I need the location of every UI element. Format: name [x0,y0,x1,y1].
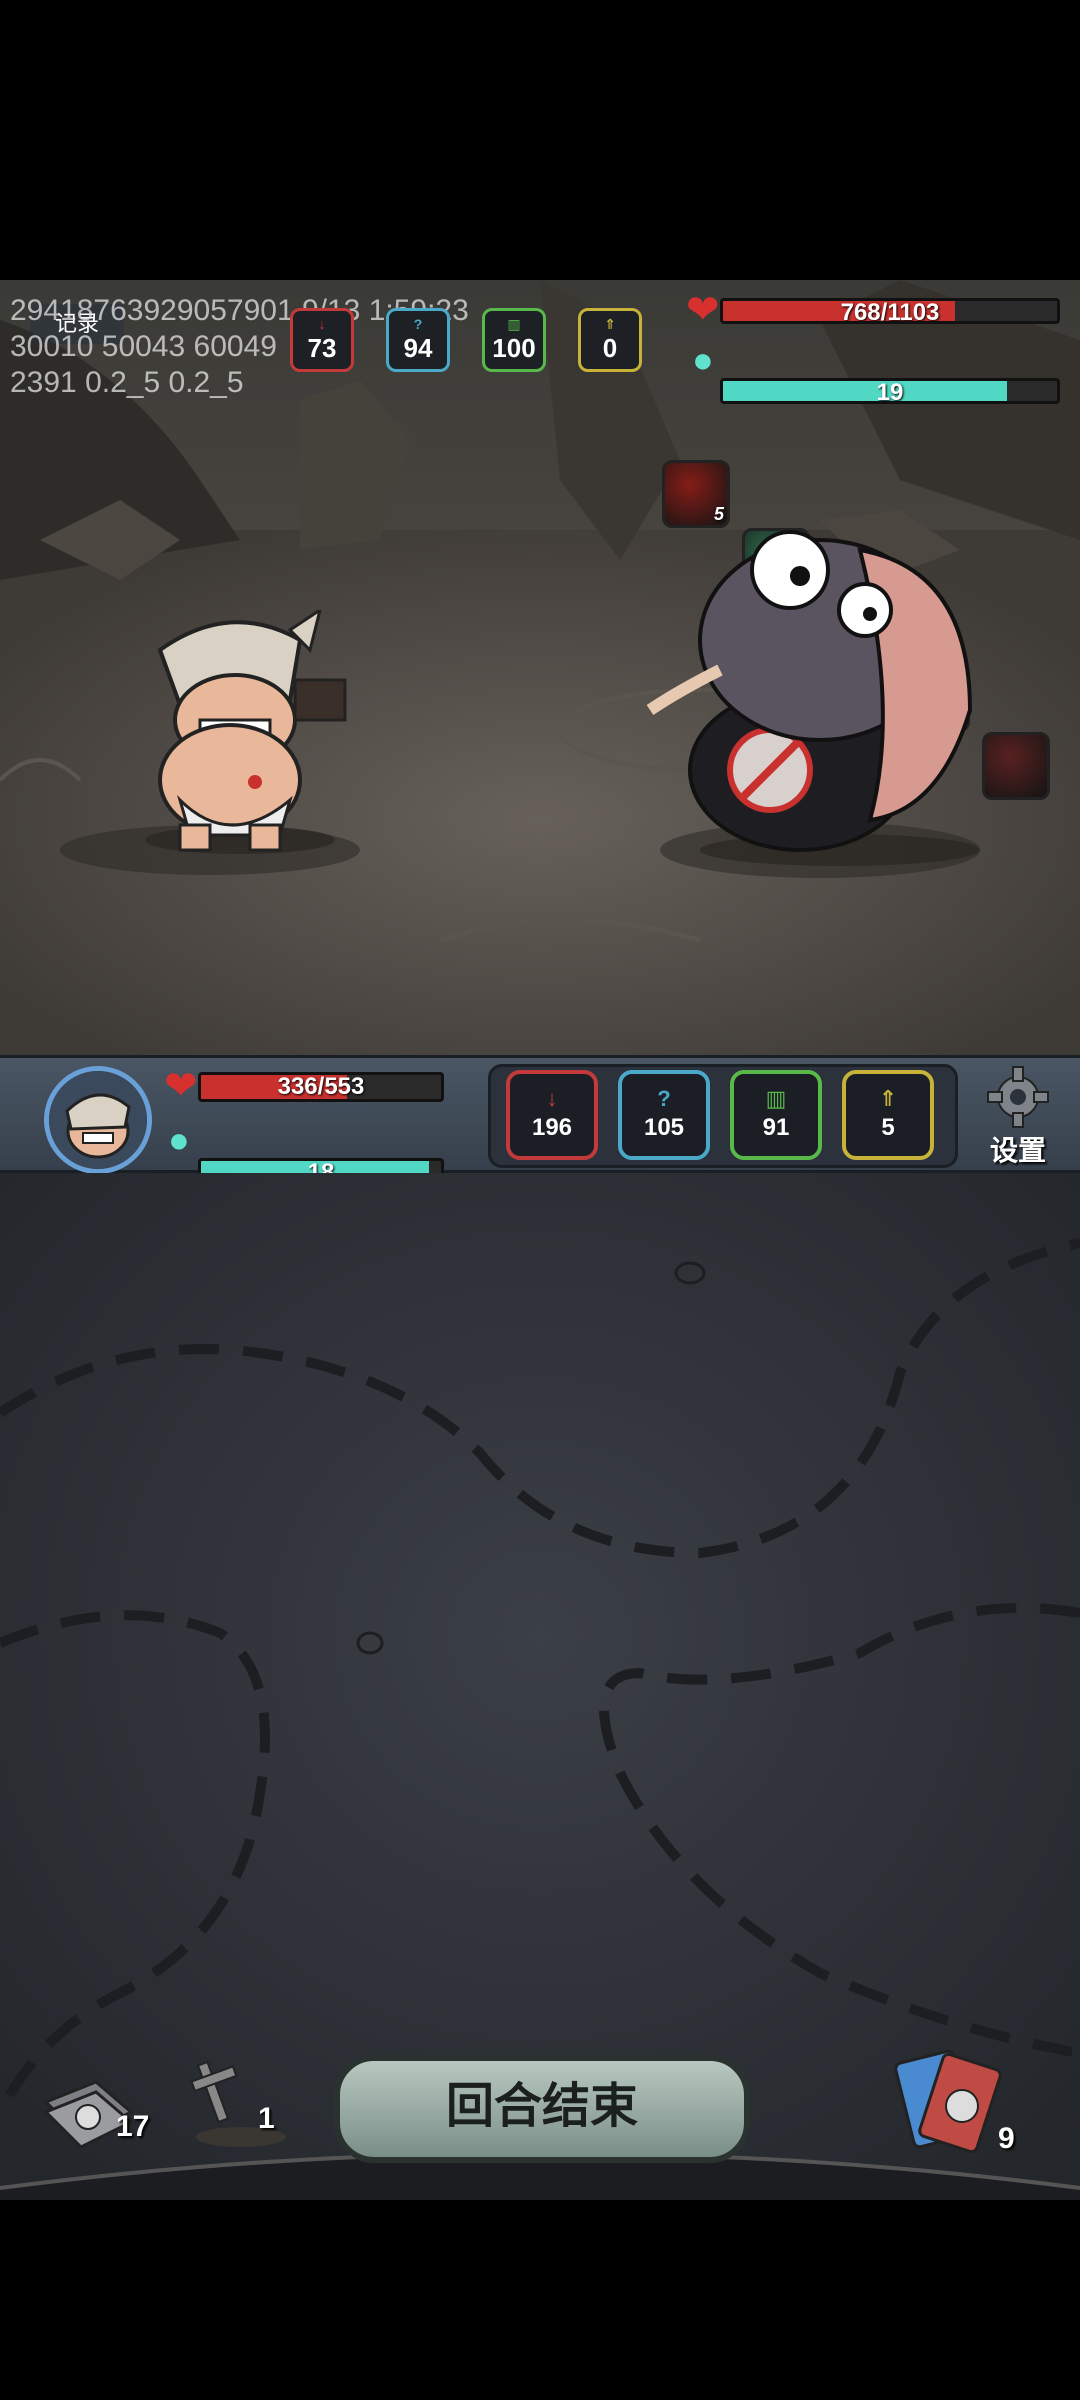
defense-icon: ▥ [765,1086,787,1111]
discard-pile-count: 1 [258,2102,275,2135]
gear-icon [987,1066,1049,1128]
stat-value: 73 [307,332,337,363]
stat-value: 91 [762,1114,790,1141]
boost-icon: ⇑ [604,315,616,332]
stat-value: 105 [643,1114,685,1141]
discard-pile[interactable]: 1 [186,2052,296,2152]
draw-pile-count: 17 [116,2110,150,2143]
attack-icon: ↓ [546,1086,558,1111]
enemy-heart-icon: ❤ [686,288,720,332]
enemy-energy-text: 19 [876,379,904,404]
draw-pile[interactable]: 17 [36,2072,149,2152]
mystery-icon: ? [413,315,423,332]
defense-icon: ▥ [507,315,521,332]
stat-badge-boost: ⇑ 0 [578,308,642,372]
player-hp-bar: 336/553 [198,1072,444,1102]
player-heart-icon: ❤ [164,1064,198,1108]
stat-value: 94 [403,332,433,363]
exhaust-pile-count: 9 [998,2122,1015,2155]
player-panel: ❤ 336/553 ● 18 ↓196?105▥91⇑5 设置 [0,1055,1080,1188]
stat-value: 0 [602,332,618,363]
stat-badge-attack: ↓ 196 [506,1070,598,1160]
stat-badge-defense: ▥ 91 [730,1070,822,1160]
boost-icon: ⇑ [878,1086,898,1111]
debug-line-2: 30010 50043 60049 [10,330,277,363]
player-portrait-icon [49,1071,147,1169]
mystery-icon: ? [657,1086,671,1111]
end-turn-button[interactable]: 回合结束 [334,2055,750,2163]
stat-badge-defense: ▥ 100 [482,308,546,372]
player-hp-text: 336/553 [277,1073,365,1100]
stat-value: 5 [881,1114,895,1141]
settings-button[interactable]: 设置 [978,1062,1058,1172]
stat-badge-boost: ⇑ 5 [842,1070,934,1160]
player-energy-icon: ● [168,1119,190,1160]
stat-value: 196 [531,1114,573,1141]
attack-icon: ↓ [318,315,326,332]
stat-value: 100 [492,332,536,363]
enemy-energy-icon: ● [692,339,714,380]
exhaust-pile[interactable]: 9 [890,2046,1030,2166]
grave-cross-icon [190,2060,286,2147]
player-avatar[interactable] [44,1066,152,1174]
enemy-hp-text: 768/1103 [840,299,940,324]
enemy-energy-bar: 19 [720,378,1060,404]
stat-badge-mystery: ? 94 [386,308,450,372]
battle-scene: 记录 29418763929057901 9/13 1:59:23 30010 … [0,280,1080,1055]
player-character[interactable] [120,610,370,860]
enemy-character[interactable] [640,490,1020,870]
stat-badge-mystery: ? 105 [618,1070,710,1160]
debug-line-3: 2391 0.2_5 0.2_5 [10,366,244,399]
enemy-hp-bar: 768/1103 [720,298,1060,324]
stat-badge-attack: ↓ 73 [290,308,354,372]
settings-label: 设置 [989,1135,1046,1166]
